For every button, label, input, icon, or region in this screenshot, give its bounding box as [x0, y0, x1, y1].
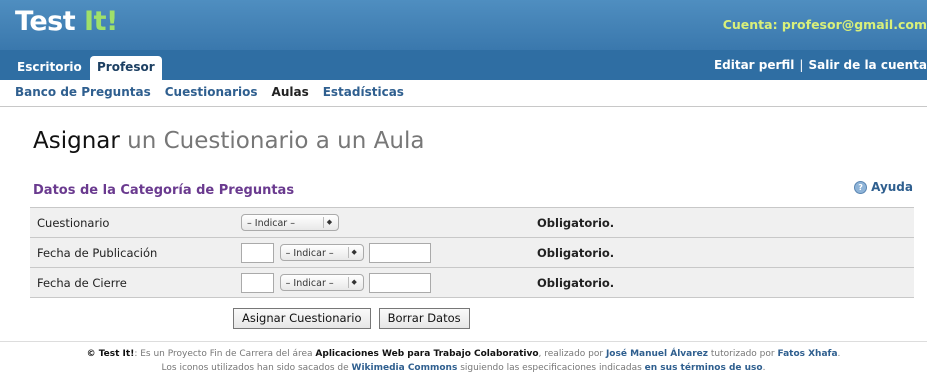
- help-label: Ayuda: [871, 180, 913, 194]
- account-label: Cuenta: profesor@gmail.com: [722, 17, 927, 32]
- tutor-link[interactable]: Fatos Xhafa: [777, 349, 837, 359]
- subnav-estadisticas[interactable]: Estadísticas: [323, 80, 404, 105]
- sub-navigation: Banco de Preguntas Cuestionarios Aulas Esta…: [0, 80, 927, 107]
- page-footer: © Test It!: Es un Proyecto Fin de Carrer…: [0, 341, 927, 375]
- cuestionario-select[interactable]: – Indicar – ◆: [241, 214, 339, 231]
- form-buttons: Asignar Cuestionario Borrar Datos: [233, 307, 473, 329]
- closing-month-select[interactable]: – Indicar – ◆: [279, 274, 364, 291]
- edit-profile-link[interactable]: Editar perfil: [714, 58, 794, 72]
- select-value: – Indicar –: [285, 278, 334, 289]
- publication-month-select[interactable]: – Indicar – ◆: [279, 244, 364, 261]
- footer-text: tutorizado por: [708, 349, 778, 359]
- wikimedia-link[interactable]: Wikimedia Commons: [352, 363, 458, 373]
- closing-day-input[interactable]: [241, 272, 274, 293]
- user-links-separator: |: [799, 58, 804, 72]
- field-label: Fecha de Cierre: [30, 267, 237, 298]
- footer-text: siguiendo las especificaciones indicadas: [457, 363, 645, 373]
- form-row-fecha-cierre: Fecha de Cierre – Indicar – ◆ Obligatorio…: [30, 267, 914, 298]
- app-header: Test It! Cuenta: profesor@gmail.com: [0, 0, 927, 50]
- help-icon: ?: [854, 181, 868, 194]
- footer-text: : Es un Proyecto Fin de Carrera del área: [134, 349, 316, 359]
- form-row-fecha-publicacion: Fecha de Publicación – Indicar – ◆ Obliga…: [30, 237, 914, 268]
- subnav-banco-preguntas[interactable]: Banco de Preguntas: [15, 80, 151, 105]
- field-controls: – Indicar – ◆: [237, 237, 537, 268]
- page-title: Asignar un Cuestionario a un Aula: [33, 128, 424, 154]
- field-label: Cuestionario: [30, 207, 237, 238]
- field-label: Fecha de Publicación: [30, 237, 237, 268]
- footer-area: Aplicaciones Web para Trabajo Colaborati…: [315, 349, 539, 359]
- select-arrows-icon: ◆: [347, 247, 360, 258]
- app-logo[interactable]: Test It!: [15, 6, 118, 37]
- select-arrows-icon: ◆: [323, 217, 335, 228]
- form-row-cuestionario: Cuestionario – Indicar – ◆ Obligatorio.: [30, 207, 914, 238]
- footer-brand: © Test It!: [86, 349, 135, 359]
- page-title-strong: Asignar: [33, 128, 120, 154]
- logo-main: Test: [15, 6, 76, 37]
- footer-text: .: [762, 363, 766, 373]
- closing-year-input[interactable]: [369, 272, 432, 293]
- subnav-aulas[interactable]: Aulas: [272, 80, 309, 105]
- section-title: Datos de la Categoría de Preguntas: [33, 183, 295, 198]
- terms-link[interactable]: en sus términos de uso: [645, 363, 763, 373]
- tab-escritorio[interactable]: Escritorio: [10, 56, 89, 80]
- required-label: Obligatorio.: [537, 237, 914, 268]
- field-controls: – Indicar – ◆: [237, 267, 537, 298]
- user-links: Editar perfil | Salir de la cuenta: [714, 58, 927, 72]
- tab-profesor[interactable]: Profesor: [90, 56, 162, 80]
- select-value: – Indicar –: [285, 248, 334, 259]
- select-arrows-icon: ◆: [347, 277, 360, 288]
- main-tabs-bar: Escritorio Profesor Editar perfil | Salir …: [0, 50, 927, 80]
- required-label: Obligatorio.: [537, 267, 914, 298]
- select-value: – Indicar –: [247, 218, 295, 229]
- page-title-rest: un Cuestionario a un Aula: [127, 128, 425, 154]
- footer-text: Los iconos utilizados han sido sacados d…: [161, 363, 352, 373]
- help-link[interactable]: ? Ayuda: [854, 180, 913, 194]
- footer-line-2: Los iconos utilizados han sido sacados d…: [0, 361, 927, 375]
- author-link[interactable]: José Manuel Álvarez: [606, 349, 708, 359]
- logout-link[interactable]: Salir de la cuenta: [808, 58, 927, 72]
- assignment-form: Cuestionario – Indicar – ◆ Obligatorio. F…: [30, 207, 914, 298]
- footer-text: .: [837, 349, 841, 359]
- clear-data-button[interactable]: Borrar Datos: [378, 308, 470, 329]
- required-label: Obligatorio.: [537, 207, 914, 238]
- publication-year-input[interactable]: [369, 242, 432, 263]
- assign-questionnaire-button[interactable]: Asignar Cuestionario: [233, 308, 371, 329]
- subnav-cuestionarios[interactable]: Cuestionarios: [165, 80, 258, 105]
- footer-text: , realizado por: [538, 349, 606, 359]
- field-controls: – Indicar – ◆: [237, 207, 537, 238]
- footer-line-1: © Test It!: Es un Proyecto Fin de Carrer…: [0, 347, 927, 361]
- logo-accent: It!: [84, 6, 118, 37]
- publication-day-input[interactable]: [241, 242, 274, 263]
